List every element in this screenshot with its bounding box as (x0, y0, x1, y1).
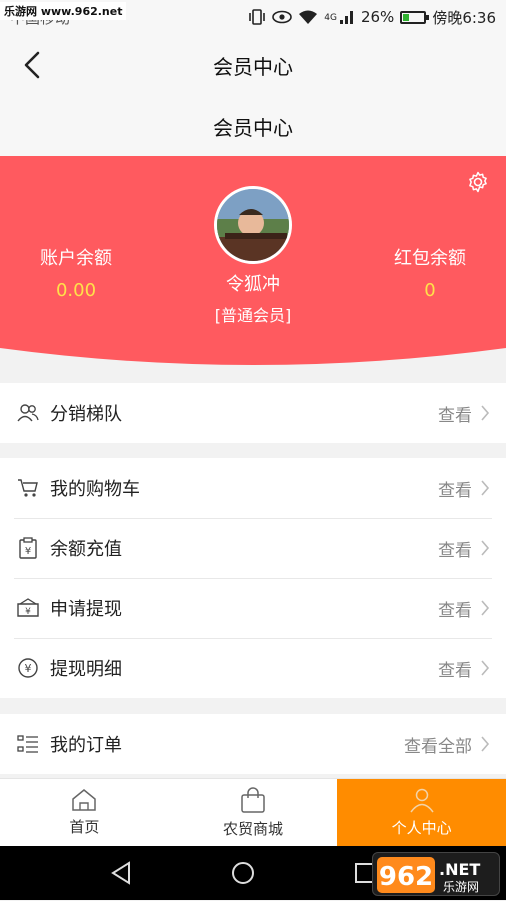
menu-item-distribution-team[interactable]: 分销梯队 查看 (0, 383, 506, 443)
menu-item-recharge[interactable]: ¥ 余额充值 查看 (0, 518, 506, 578)
order-list-icon (16, 732, 40, 756)
home-circle-icon[interactable] (231, 861, 255, 885)
cell-signal-icon (339, 11, 353, 24)
profile-banner: 账户余额 0.00 红包余额 0 令狐冲 [普通会员] (0, 156, 506, 368)
logo-suffix: .NET (439, 860, 480, 879)
account-balance-label: 账户余额 (40, 248, 112, 269)
menu-item-label: 提现明细 (50, 659, 122, 680)
watermark: 乐游网 www.962.net (0, 2, 127, 20)
tab-label: 农贸商城 (223, 820, 284, 838)
menu-item-label: 我的订单 (50, 735, 122, 756)
home-icon (72, 789, 97, 811)
tab-label: 个人中心 (391, 819, 452, 837)
member-level: [普通会员] (214, 306, 292, 325)
back-triangle-icon[interactable] (110, 861, 132, 885)
view-link[interactable]: 查看 (438, 476, 506, 501)
withdraw-icon: ¥ (16, 596, 40, 620)
logo-graphic: 962 .NET 乐游网 (377, 857, 480, 894)
vibrate-icon (249, 9, 266, 25)
clock: 傍晚6:36 (432, 8, 496, 27)
recharge-icon: ¥ (16, 536, 40, 560)
chevron-right-icon (481, 600, 490, 616)
avatar[interactable] (214, 186, 292, 264)
red-packet-balance-label: 红包余额 (394, 248, 466, 269)
chevron-right-icon (481, 405, 490, 421)
tab-profile[interactable]: 个人中心 (337, 779, 506, 846)
battery-icon (400, 10, 430, 24)
chevron-right-icon (481, 540, 490, 556)
settings-gear-icon[interactable] (466, 170, 490, 194)
view-link[interactable]: 查看 (438, 401, 506, 426)
logo-number: 962 (379, 862, 433, 892)
section-title: 会员中心 (0, 96, 506, 156)
menu-item-label: 申请提现 (50, 599, 122, 620)
tab-mall[interactable]: 农贸商城 (169, 779, 338, 846)
user-icon (410, 788, 434, 813)
site-logo: 962 .NET 乐游网 (372, 852, 500, 896)
shopping-bag-icon (241, 787, 265, 813)
menu-group-orders: 我的订单 查看全部 (0, 714, 506, 774)
svg-text:¥: ¥ (25, 607, 31, 617)
bottom-tab-bar: 首页 农贸商城 个人中心 (0, 778, 506, 846)
yen-icon: ¥ (16, 656, 40, 680)
logo-site: 乐游网 (443, 880, 479, 894)
view-link[interactable]: 查看 (438, 656, 506, 681)
view-all-link[interactable]: 查看全部 (404, 732, 506, 757)
user-name: 令狐冲 (226, 274, 280, 295)
wifi-icon (299, 10, 318, 24)
svg-text:¥: ¥ (25, 662, 32, 675)
team-icon (16, 401, 40, 425)
eye-icon (272, 10, 293, 24)
view-link[interactable]: 查看 (438, 536, 506, 561)
status-bar: 中国移动 乐游网 www.962.net 4G 26% 傍晚6:36 (0, 0, 506, 34)
tab-label: 首页 (69, 818, 100, 836)
menu-item-withdraw[interactable]: ¥ 申请提现 查看 (0, 578, 506, 638)
menu-item-withdraw-details[interactable]: ¥ 提现明细 查看 (0, 638, 506, 698)
menu-item-orders[interactable]: 我的订单 查看全部 (0, 714, 506, 774)
chevron-right-icon (481, 736, 490, 752)
menu-item-label: 我的购物车 (50, 479, 140, 500)
back-arrow-icon[interactable] (18, 50, 48, 80)
battery-percent: 26% (360, 8, 395, 26)
menu-item-label: 分销梯队 (50, 404, 122, 425)
svg-text:¥: ¥ (25, 546, 31, 557)
view-link[interactable]: 查看 (438, 596, 506, 621)
chevron-right-icon (481, 660, 490, 676)
menu-group-wallet: 我的购物车 查看 ¥ 余额充值 查看 ¥ 申请提现 查看 ¥ 提现明细 查看 (0, 458, 506, 698)
network-type: 4G (324, 12, 337, 23)
menu-item-cart[interactable]: 我的购物车 查看 (0, 458, 506, 518)
menu-group-team: 分销梯队 查看 (0, 383, 506, 443)
menu-item-label: 余额充值 (50, 539, 122, 560)
chevron-right-icon (481, 480, 490, 496)
nav-header: 会员中心 (0, 34, 506, 96)
tab-home[interactable]: 首页 (0, 779, 169, 846)
cart-icon (16, 476, 40, 500)
page-title: 会员中心 (213, 54, 293, 79)
